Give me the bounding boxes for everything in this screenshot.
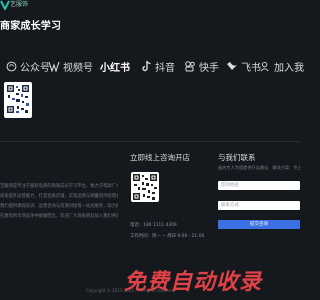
social-label: 视频号 <box>63 62 93 74</box>
social-link-kuaishou[interactable]: 快手 <box>184 56 219 76</box>
social-link-wechat-official[interactable]: 公众号 <box>6 56 50 76</box>
add-user-icon <box>260 61 269 71</box>
site-logo[interactable]: 艺服饰 <box>0 0 60 12</box>
social-label: 飞书 <box>241 62 261 74</box>
social-label: 抖音 <box>155 62 175 74</box>
social-link-join[interactable]: 加入我 <box>260 56 304 76</box>
hours-label: 工作时间： <box>130 234 152 239</box>
qr-code <box>4 82 32 118</box>
kuaishou-icon <box>185 61 195 72</box>
social-link-feishu[interactable]: 飞书 <box>226 56 261 76</box>
wechat-official-icon <box>6 61 17 71</box>
watermark-text: 免费自动收录 <box>124 270 263 295</box>
about-line: 我们提供课程培训、运营咨询与资源对接等一站式服务，助力商家 <box>0 204 118 209</box>
contact-phone: 电话：186 1111 4309 <box>130 222 177 228</box>
social-label: 公众号 <box>20 62 50 74</box>
page-title: 商家成长学习 <box>0 21 62 32</box>
about-line: 艺服饰是专注于服装电商的商家成长学习平台，致力于帮助广大服装 <box>0 184 118 189</box>
social-link-douyin[interactable]: 抖音 <box>142 56 175 76</box>
logo-text: 艺服饰 <box>10 1 29 8</box>
about-line: 在激烈的市场竞争中脱颖而出，欢迎广大商家朋友加入我们共同成长。 <box>0 214 118 219</box>
phone-field[interactable] <box>218 201 300 210</box>
brand-logo-icon <box>0 0 10 10</box>
contact-title: 与我们联系 <box>218 153 256 162</box>
social-link-video-channel[interactable]: 视频号 <box>48 56 93 76</box>
xiaohongshu-icon: 小红书 <box>100 62 130 74</box>
section-divider <box>0 141 300 142</box>
social-link-xiaohongshu[interactable]: 小红书 <box>100 56 130 76</box>
about-line: 商家提升运营能力，打造优质店铺，实现品牌与销量的持续增长。 <box>0 194 118 199</box>
consult-title: 立即线上咨询开店 <box>130 153 190 162</box>
hours-value: 周一 ~ 周日 9:00 - 21:00 <box>151 234 205 239</box>
working-hours: 工作时间：周一 ~ 周日 9:00 - 21:00 <box>130 233 204 239</box>
social-links: 公众号 视频号 小红书 抖音 快手 飞书 加入我 <box>6 56 304 76</box>
consult-qr-code <box>131 172 159 202</box>
contact-description: 留名专人为您提供开店建议、解决方案、专业客服帮助 <box>218 165 300 170</box>
about-text: 艺服饰是专注于服装电商的商家成长学习平台，致力于帮助广大服装 商家提升运营能力，… <box>0 182 118 222</box>
social-label: 快手 <box>199 62 219 74</box>
submit-consult-button[interactable]: 提交咨询 <box>218 220 300 229</box>
douyin-icon <box>142 60 151 72</box>
phone-number[interactable]: 186 1111 4309 <box>143 223 177 228</box>
social-label: 加入我 <box>274 62 304 74</box>
name-field[interactable] <box>218 181 300 190</box>
video-channel-icon <box>48 61 60 72</box>
feishu-icon <box>227 61 237 70</box>
phone-label: 电话： <box>130 223 144 228</box>
